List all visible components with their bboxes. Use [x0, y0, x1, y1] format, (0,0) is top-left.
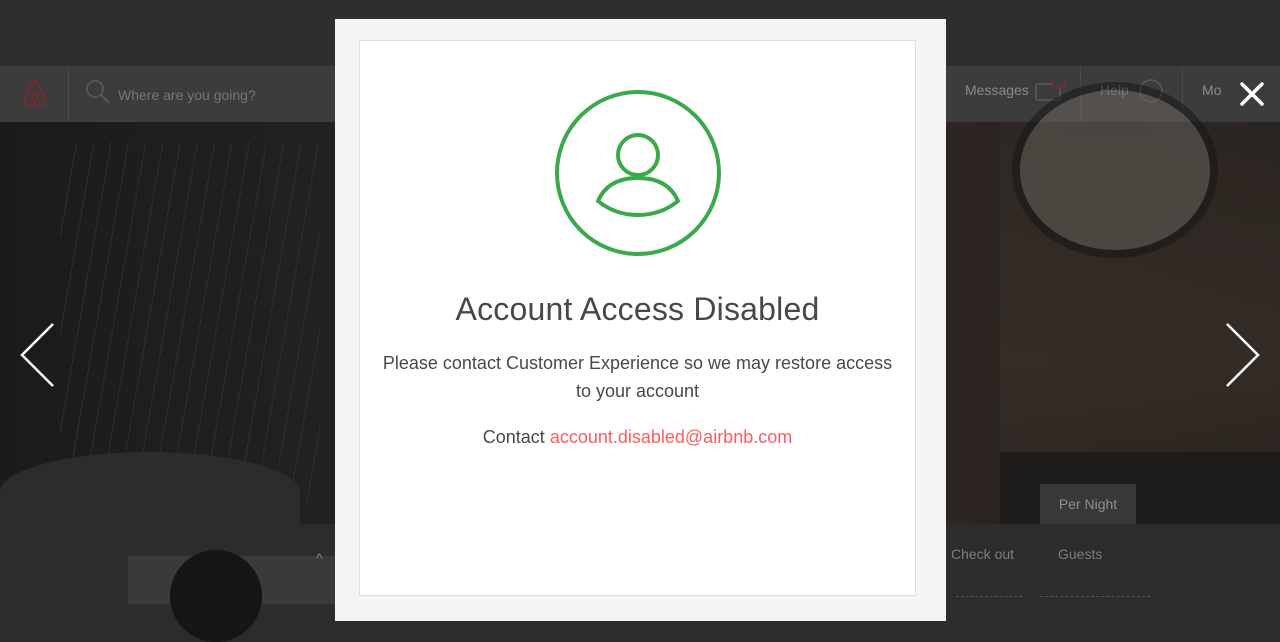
guests-field[interactable]	[1040, 574, 1150, 597]
chevron-right-icon	[1222, 322, 1262, 388]
chevron-left-icon	[18, 322, 58, 388]
contact-prefix: Contact	[482, 427, 545, 447]
close-button[interactable]	[1234, 76, 1270, 112]
close-icon	[1234, 82, 1270, 116]
header-divider	[68, 66, 69, 122]
previous-photo-button[interactable]	[18, 322, 58, 388]
check-out-label: Check out	[951, 546, 1015, 562]
modal-content: Account Access Disabled Please contact C…	[359, 40, 916, 596]
wall-clock	[1012, 82, 1218, 258]
modal-message: Please contact Customer Experience so we…	[382, 353, 893, 401]
airbnb-logo-icon	[18, 76, 52, 110]
search-icon	[84, 78, 112, 111]
messages-label: Messages	[965, 82, 1029, 98]
more-label: Mo	[1202, 82, 1222, 98]
user-circle-icon	[553, 88, 723, 263]
price-period-label: Per Night	[1040, 484, 1136, 524]
account-disabled-modal: Account Access Disabled Please contact C…	[335, 19, 946, 621]
nav-more[interactable]: Mo	[1202, 66, 1221, 122]
check-out-field[interactable]	[956, 574, 1022, 597]
host-avatar	[170, 550, 262, 642]
guests-label: Guests	[1058, 546, 1103, 562]
nav-messages[interactable]: Messages	[965, 66, 1029, 122]
modal-title: Account Access Disabled	[455, 291, 820, 327]
plant	[60, 142, 320, 502]
next-photo-button[interactable]	[1222, 322, 1262, 388]
contact-email-link[interactable]: account.disabled@airbnb.com	[550, 427, 792, 447]
contact-line: Contact account.disabled@airbnb.com	[360, 427, 915, 448]
search-input[interactable]	[116, 82, 350, 108]
caret-up-icon: ^	[316, 550, 323, 566]
